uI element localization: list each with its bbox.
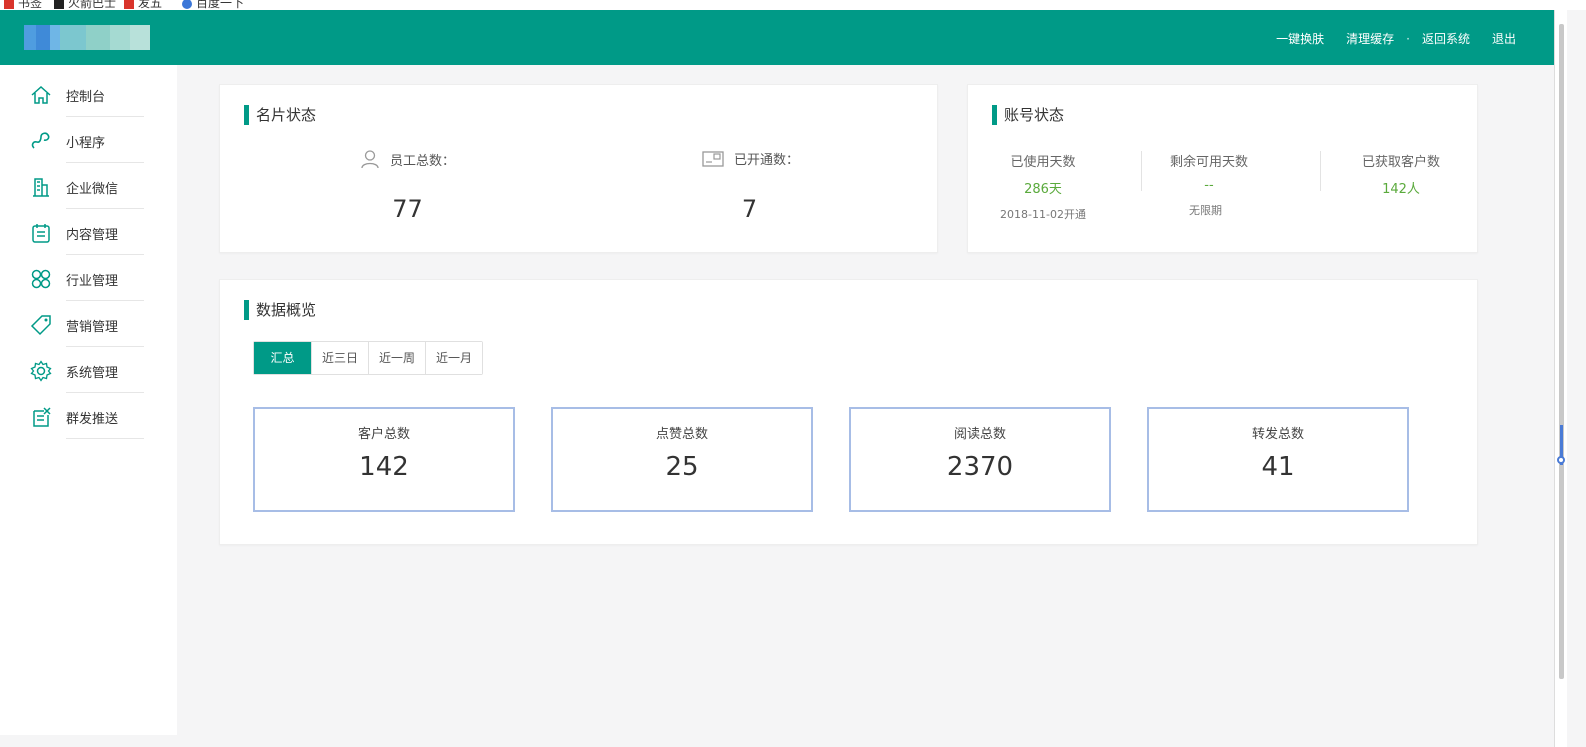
sidebar-item-label: 内容管理 [66,228,119,243]
metric-shares: 转发总数 41 [1147,407,1409,512]
metric-value: 142 [359,452,409,482]
sidebar-item-label: 控制台 [66,90,106,105]
metric-reads: 阅读总数 2370 [849,407,1111,512]
sidebar-item-label: 行业管理 [66,274,119,289]
card-status-title: 名片状态 [244,105,316,125]
gear-icon [30,360,52,382]
nav-separator: · [1406,31,1410,46]
period-tabs: 汇总 近三日 近一周 近一月 [253,341,483,375]
bookmark-label: 书签 [18,0,43,10]
bookmark-item[interactable]: 百度一下 [182,0,244,10]
broadcast-icon [33,407,51,427]
tab-last-month[interactable]: 近一月 [425,342,482,374]
metric-likes: 点赞总数 25 [551,407,813,512]
scrollbar-thumb[interactable] [1559,24,1564,679]
metric-customers: 客户总数 142 [253,407,515,512]
account-status-panel: 账号状态 已使用天数 286天 2018-11-02开通 剩余可用天数 -- 无… [967,84,1478,253]
sidebar-item-dashboard[interactable]: 控制台 [0,71,177,117]
sidebar-item-system[interactable]: 系统管理 [0,347,177,393]
customers-acquired-value: 142人 [1382,182,1420,197]
sidebar-item-label: 营销管理 [66,320,119,335]
bookmark-bar: 书签 火箭巴士 发五 百度一下 [0,0,1586,10]
opened-count-label: 已开通数： [702,149,799,168]
sidebar: 控制台 小程序 企业微信 内容管理 行业管理 营销管理 系统管理 群发推送 [0,65,177,735]
bookmark-label: 发五 [138,0,163,10]
used-days-value: 286天 [1024,182,1062,197]
scroll-indicator-knob [1557,456,1565,464]
opened-count-text: 已开通数： [734,153,800,168]
sidebar-item-content[interactable]: 内容管理 [0,209,177,255]
bookmark-label: 火箭巴士 [68,0,117,10]
card-icon [702,150,724,167]
bookmark-item[interactable]: 火箭巴士 [54,0,116,10]
metric-label: 转发总数 [1251,427,1304,442]
metric-value: 2370 [946,452,1014,482]
opened-count-value: 7 [741,195,758,223]
card-status-panel: 名片状态 员工总数： 77 已开通数： 7 [219,84,938,253]
sidebar-item-marketing[interactable]: 营销管理 [0,301,177,347]
employee-total-text: 员工总数： [390,153,456,169]
metric-label: 客户总数 [357,427,410,442]
employee-total-label: 员工总数： [360,149,455,169]
bookmark-label: 百度一下 [196,0,245,10]
remaining-days-value: -- [1204,178,1214,193]
return-system-link[interactable]: 返回系统 [1422,30,1470,47]
customers-acquired-label: 已获取客户数 [1361,155,1440,170]
sidebar-item-wecom[interactable]: 企业微信 [0,163,177,209]
logo[interactable] [24,25,150,50]
logout-link[interactable]: 退出 [1492,30,1516,47]
metric-value: 41 [1261,452,1295,482]
sidebar-item-label: 群发推送 [66,412,119,427]
bookmark-item[interactable]: 发五 [124,0,162,10]
home-icon [31,85,51,104]
remaining-days-label: 剩余可用天数 [1169,155,1248,170]
opened-date: 2018-11-02开通 [1000,208,1086,221]
user-icon [361,150,379,169]
change-skin-link[interactable]: 一键换肤 [1276,30,1324,47]
sidebar-item-miniprogram[interactable]: 小程序 [0,117,177,163]
building-icon [33,178,49,197]
top-nav: 一键换肤 清理缓存 · 返回系统 退出 [1254,30,1516,47]
grid-icon [31,269,51,289]
tab-last-week[interactable]: 近一周 [368,342,425,374]
tab-last-3-days[interactable]: 近三日 [311,342,368,374]
clear-cache-link[interactable]: 清理缓存 [1346,30,1394,47]
used-days-label: 已使用天数 [1010,155,1076,170]
bookmark-item[interactable]: 书签 [4,0,42,10]
account-status-title: 账号状态 [992,105,1064,125]
sidebar-item-industry[interactable]: 行业管理 [0,255,177,301]
tab-summary[interactable]: 汇总 [254,342,311,374]
employee-total-value: 77 [392,195,423,223]
sidebar-item-broadcast[interactable]: 群发推送 [0,393,177,439]
clipboard-icon [32,224,50,243]
link-icon [31,132,50,149]
sidebar-item-label: 小程序 [66,136,106,151]
sidebar-item-label: 系统管理 [66,366,119,381]
sidebar-item-label: 企业微信 [66,182,119,197]
metric-label: 阅读总数 [953,427,1006,442]
top-bar: 一键换肤 清理缓存 · 返回系统 退出 [0,10,1554,65]
used-days-stat: 已使用天数 286天 2018-11-02开通 [978,151,1108,222]
metric-label: 点赞总数 [655,427,708,442]
metric-value: 25 [665,452,699,482]
customers-acquired-stat: 已获取客户数 142人 [1336,151,1466,197]
tag-icon [30,315,51,336]
remaining-days-stat: 剩余可用天数 -- 无限期 [1144,151,1274,218]
page-scrollbar[interactable] [1554,10,1567,747]
data-overview-title: 数据概览 [244,300,316,320]
remaining-days-sub: 无限期 [1189,204,1222,217]
data-overview-panel: 数据概览 汇总 近三日 近一周 近一月 客户总数 142 点赞总数 25 阅读总… [219,279,1478,545]
